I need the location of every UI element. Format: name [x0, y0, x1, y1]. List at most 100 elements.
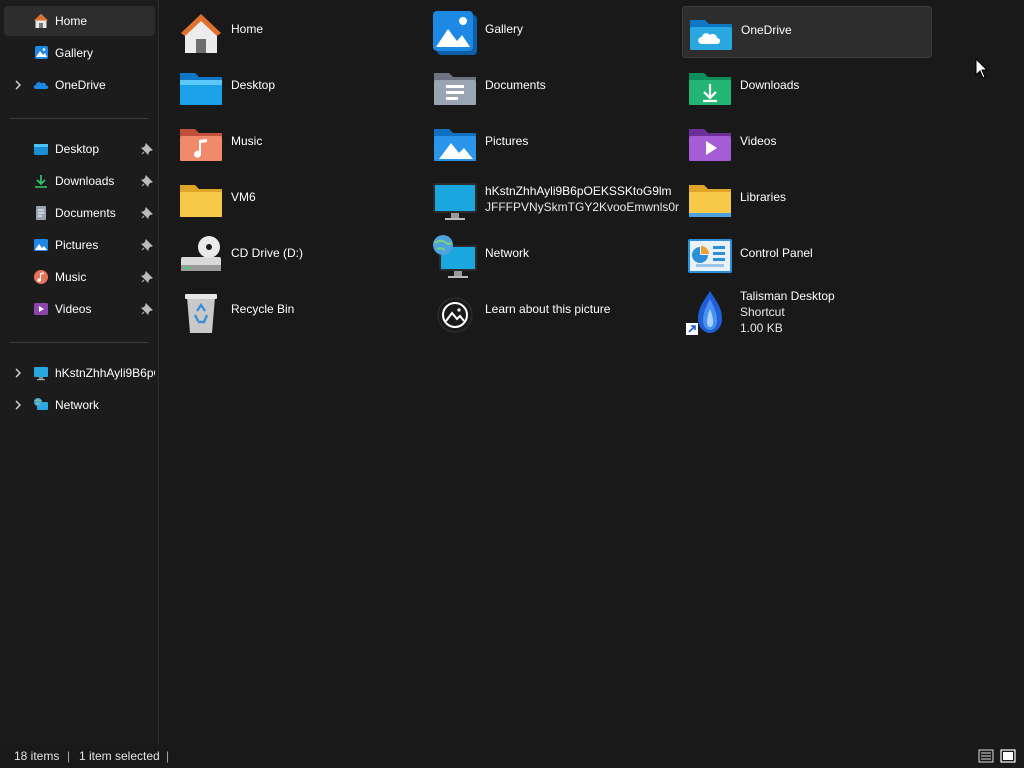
network-icon: [34, 398, 48, 410]
sidebar-item-videos[interactable]: Videos: [4, 294, 155, 324]
sidebar-item-music[interactable]: Music: [4, 262, 155, 292]
item-music[interactable]: Music: [173, 118, 423, 168]
learn-picture-icon: [437, 297, 473, 333]
sidebar-item-label: OneDrive: [55, 78, 106, 92]
gallery-icon: [35, 46, 48, 59]
item-name: Documents: [485, 78, 546, 92]
sidebar-item-label: Gallery: [55, 46, 94, 60]
mouse-cursor-icon: [975, 58, 989, 79]
item-name: Libraries: [740, 190, 787, 204]
item-recycle-bin[interactable]: Recycle Bin: [173, 286, 423, 336]
item-name: Music: [231, 134, 263, 148]
pictures-icon: [34, 239, 48, 251]
sidebar-item-label: Home: [55, 14, 88, 28]
item-learn-about-picture[interactable]: Learn about this picture: [427, 286, 677, 336]
item-videos[interactable]: Videos: [682, 118, 932, 168]
onedrive-icon: [33, 82, 49, 89]
item-name: Downloads: [740, 78, 800, 92]
item-network[interactable]: Network: [427, 230, 677, 280]
control-panel-icon: [688, 239, 732, 273]
this-pc-icon: [433, 183, 477, 220]
pin-icon: [141, 271, 153, 283]
item-libraries[interactable]: Libraries: [682, 174, 932, 224]
item-name: Home: [231, 22, 264, 36]
sidebar-item-home[interactable]: Home: [4, 6, 155, 36]
item-name: VM6: [231, 190, 256, 204]
music-folder-icon: [180, 129, 222, 161]
item-gallery[interactable]: Gallery: [427, 6, 677, 56]
item-type: Shortcut: [740, 305, 785, 319]
item-this-pc[interactable]: hKstnZhhAyli9B6pOEKSSKtoG9lm JFFFPVNySkm…: [427, 174, 679, 224]
item-name: CD Drive (D:): [231, 246, 303, 260]
cd-drive-icon: [181, 236, 221, 271]
chevron-right-icon[interactable]: [12, 367, 24, 379]
item-home[interactable]: Home: [173, 6, 423, 56]
item-pictures[interactable]: Pictures: [427, 118, 677, 168]
sidebar-item-this-pc[interactable]: hKstnZhhAyli9B6pOEKSSKtoG9lmJFFFPVNySkmT…: [4, 358, 155, 388]
talisman-shortcut-icon: [686, 291, 722, 335]
sidebar-item-downloads[interactable]: Downloads: [4, 166, 155, 196]
item-name: Videos: [740, 134, 777, 148]
item-control-panel[interactable]: Control Panel: [682, 230, 932, 280]
music-icon: [34, 270, 48, 284]
item-count: 18 items: [14, 749, 60, 763]
documents-folder-icon: [434, 73, 476, 105]
status-bar: 18 items | 1 item selected |: [0, 744, 1024, 768]
item-name: Network: [485, 246, 530, 260]
divider: [10, 118, 148, 119]
item-talisman-shortcut[interactable]: Talisman Desktop Shortcut 1.00 KB: [682, 286, 932, 344]
this-pc-icon: [34, 367, 48, 381]
sidebar-item-label: Desktop: [55, 142, 100, 156]
sidebar-item-gallery[interactable]: Gallery: [4, 38, 155, 68]
item-cd-drive[interactable]: CD Drive (D:): [173, 230, 423, 280]
libraries-folder-icon: [689, 185, 731, 217]
sidebar-item-label: Network: [55, 398, 100, 412]
sidebar-item-documents[interactable]: Documents: [4, 198, 155, 228]
item-downloads[interactable]: Downloads: [682, 62, 932, 112]
chevron-right-icon[interactable]: [12, 79, 24, 91]
navigation-pane: Home Gallery OneDrive Desktop Downloads …: [0, 0, 159, 744]
onedrive-folder-icon: [690, 20, 732, 50]
large-icons-view-icon[interactable]: [1000, 748, 1016, 764]
videos-folder-icon: [689, 129, 731, 161]
sidebar-item-pictures[interactable]: Pictures: [4, 230, 155, 260]
pin-icon: [141, 143, 153, 155]
sidebar-item-label: Downloads: [55, 174, 115, 188]
sidebar-item-network[interactable]: Network: [4, 390, 155, 420]
desktop-folder-icon: [180, 73, 222, 105]
item-name-line2: JFFFPVNySkmTGY2KvooEmwnls0r: [485, 200, 680, 214]
sidebar-item-label: Documents: [55, 206, 116, 220]
sidebar-item-label: Pictures: [55, 238, 99, 252]
downloads-folder-icon: [689, 73, 731, 105]
divider: [10, 342, 148, 343]
videos-icon: [34, 303, 48, 315]
sidebar-item-onedrive[interactable]: OneDrive: [4, 70, 155, 100]
pin-icon: [141, 207, 153, 219]
item-name: Learn about this picture: [485, 302, 611, 316]
item-documents[interactable]: Documents: [427, 62, 677, 112]
selection-count: 1 item selected: [79, 749, 160, 763]
content-pane: Home Gallery OneDrive Desktop Documents …: [159, 0, 1024, 744]
item-vm6[interactable]: VM6: [173, 174, 423, 224]
item-name: Control Panel: [740, 246, 813, 260]
pin-icon: [141, 175, 153, 187]
details-view-icon[interactable]: [978, 748, 994, 764]
item-size: 1.00 KB: [740, 321, 783, 335]
gallery-icon: [433, 11, 477, 55]
item-name: Talisman Desktop: [740, 289, 835, 303]
sidebar-item-label: hKstnZhhAyli9B6pOEKSSKtoG9lmJFFFPVNySkmT…: [55, 366, 155, 380]
item-name: OneDrive: [741, 23, 792, 37]
home-icon: [181, 14, 221, 53]
downloads-icon: [35, 175, 47, 188]
item-name: hKstnZhhAyli9B6pOEKSSKtoG9lm: [485, 184, 672, 198]
desktop-folder-icon: [34, 144, 48, 155]
item-name: Recycle Bin: [231, 302, 295, 316]
item-onedrive[interactable]: OneDrive: [682, 6, 932, 58]
chevron-right-icon[interactable]: [12, 399, 24, 411]
sidebar-item-desktop[interactable]: Desktop: [4, 134, 155, 164]
sidebar-item-label: Music: [55, 270, 87, 284]
item-desktop[interactable]: Desktop: [173, 62, 423, 112]
sidebar-item-label: Videos: [55, 302, 92, 316]
pin-icon: [141, 303, 153, 315]
network-icon: [433, 235, 477, 278]
